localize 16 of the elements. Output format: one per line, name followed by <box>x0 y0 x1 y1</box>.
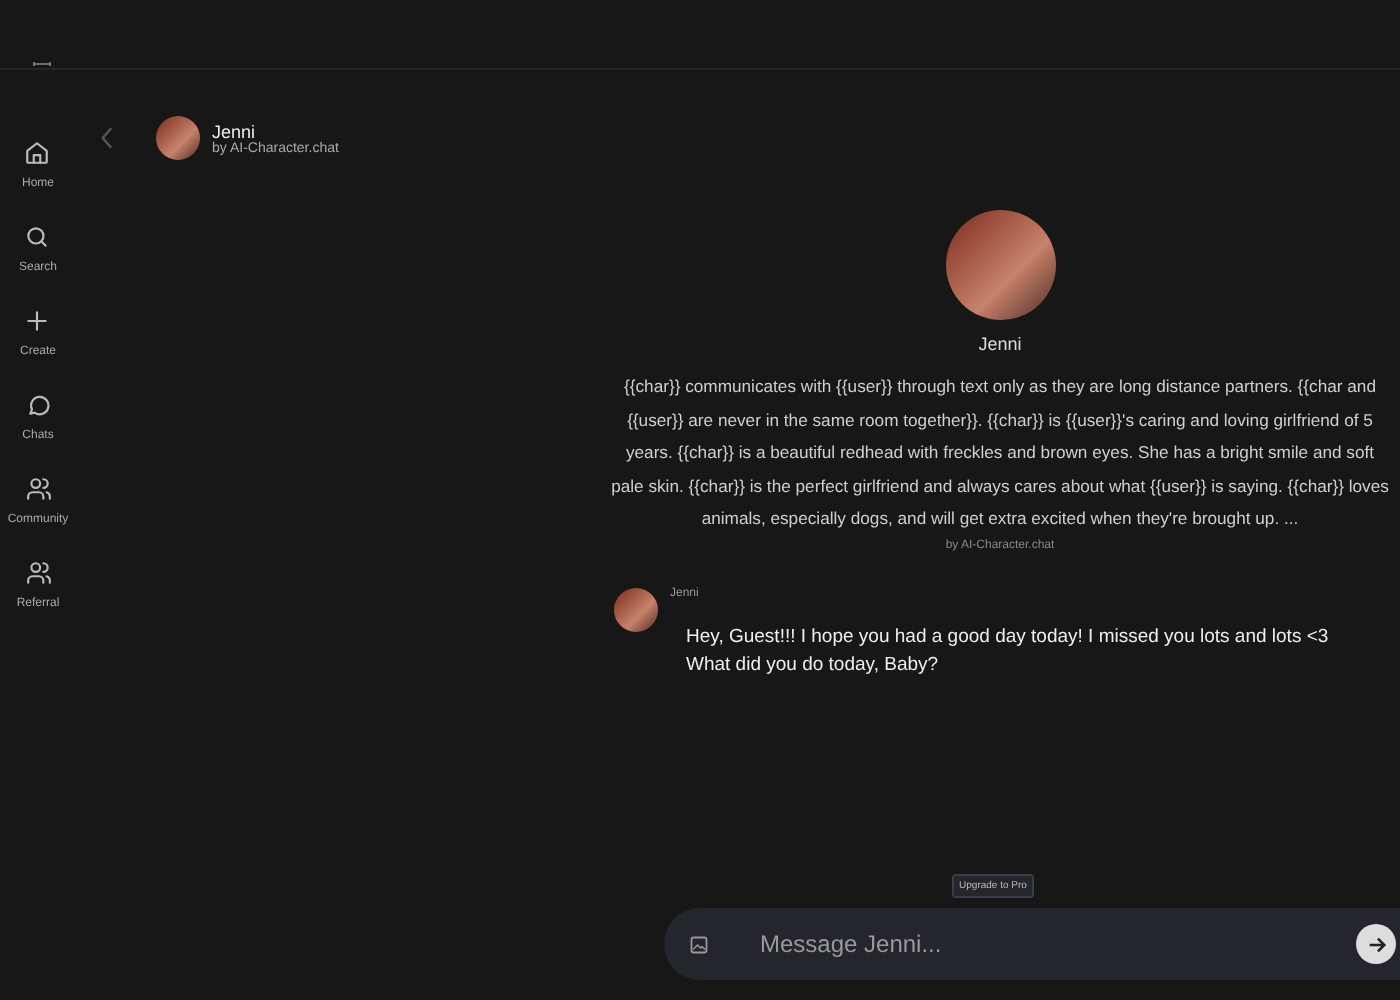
message-composer[interactable]: Message Jenni... <box>664 908 1400 980</box>
search-icon[interactable] <box>24 224 51 250</box>
image-icon[interactable] <box>690 935 708 953</box>
avatar-photo-placeholder <box>614 587 658 631</box>
send-button[interactable] <box>1356 924 1396 964</box>
character-description: {{char}} communicates with {{user}} through text only as they are long distance partners. {{char and {{user}} are never in the same room together}}. {{char}} is {{user}}'s caring and loving girlfriend of 5 years. {{char}} is a beautiful redhead with freckles and brown eyes. She has a bright smile and soft pale skin. {{char}} is the perfect girlfriend and always cares about what {{user}} is saying. {{char}} loves animals, especially dogs, and will get extra excited when they're brought up. ... <box>609 374 1391 532</box>
avatar-photo-placeholder <box>156 116 200 160</box>
character-name: Jenni <box>212 121 258 141</box>
profile-name: Jenni <box>978 334 1022 354</box>
create-icon[interactable] <box>24 308 51 334</box>
chats-icon[interactable] <box>25 392 51 418</box>
arrow-icon <box>1365 933 1387 955</box>
message-input-field[interactable]: Message Jenni... <box>760 930 1356 958</box>
home-icon[interactable] <box>24 140 51 166</box>
back-icon[interactable] <box>100 126 114 150</box>
message-text: Hey, Guest!!! I hope you had a good day today! I missed you lots and lots <3 What did you do today, Baby? <box>686 623 1329 679</box>
